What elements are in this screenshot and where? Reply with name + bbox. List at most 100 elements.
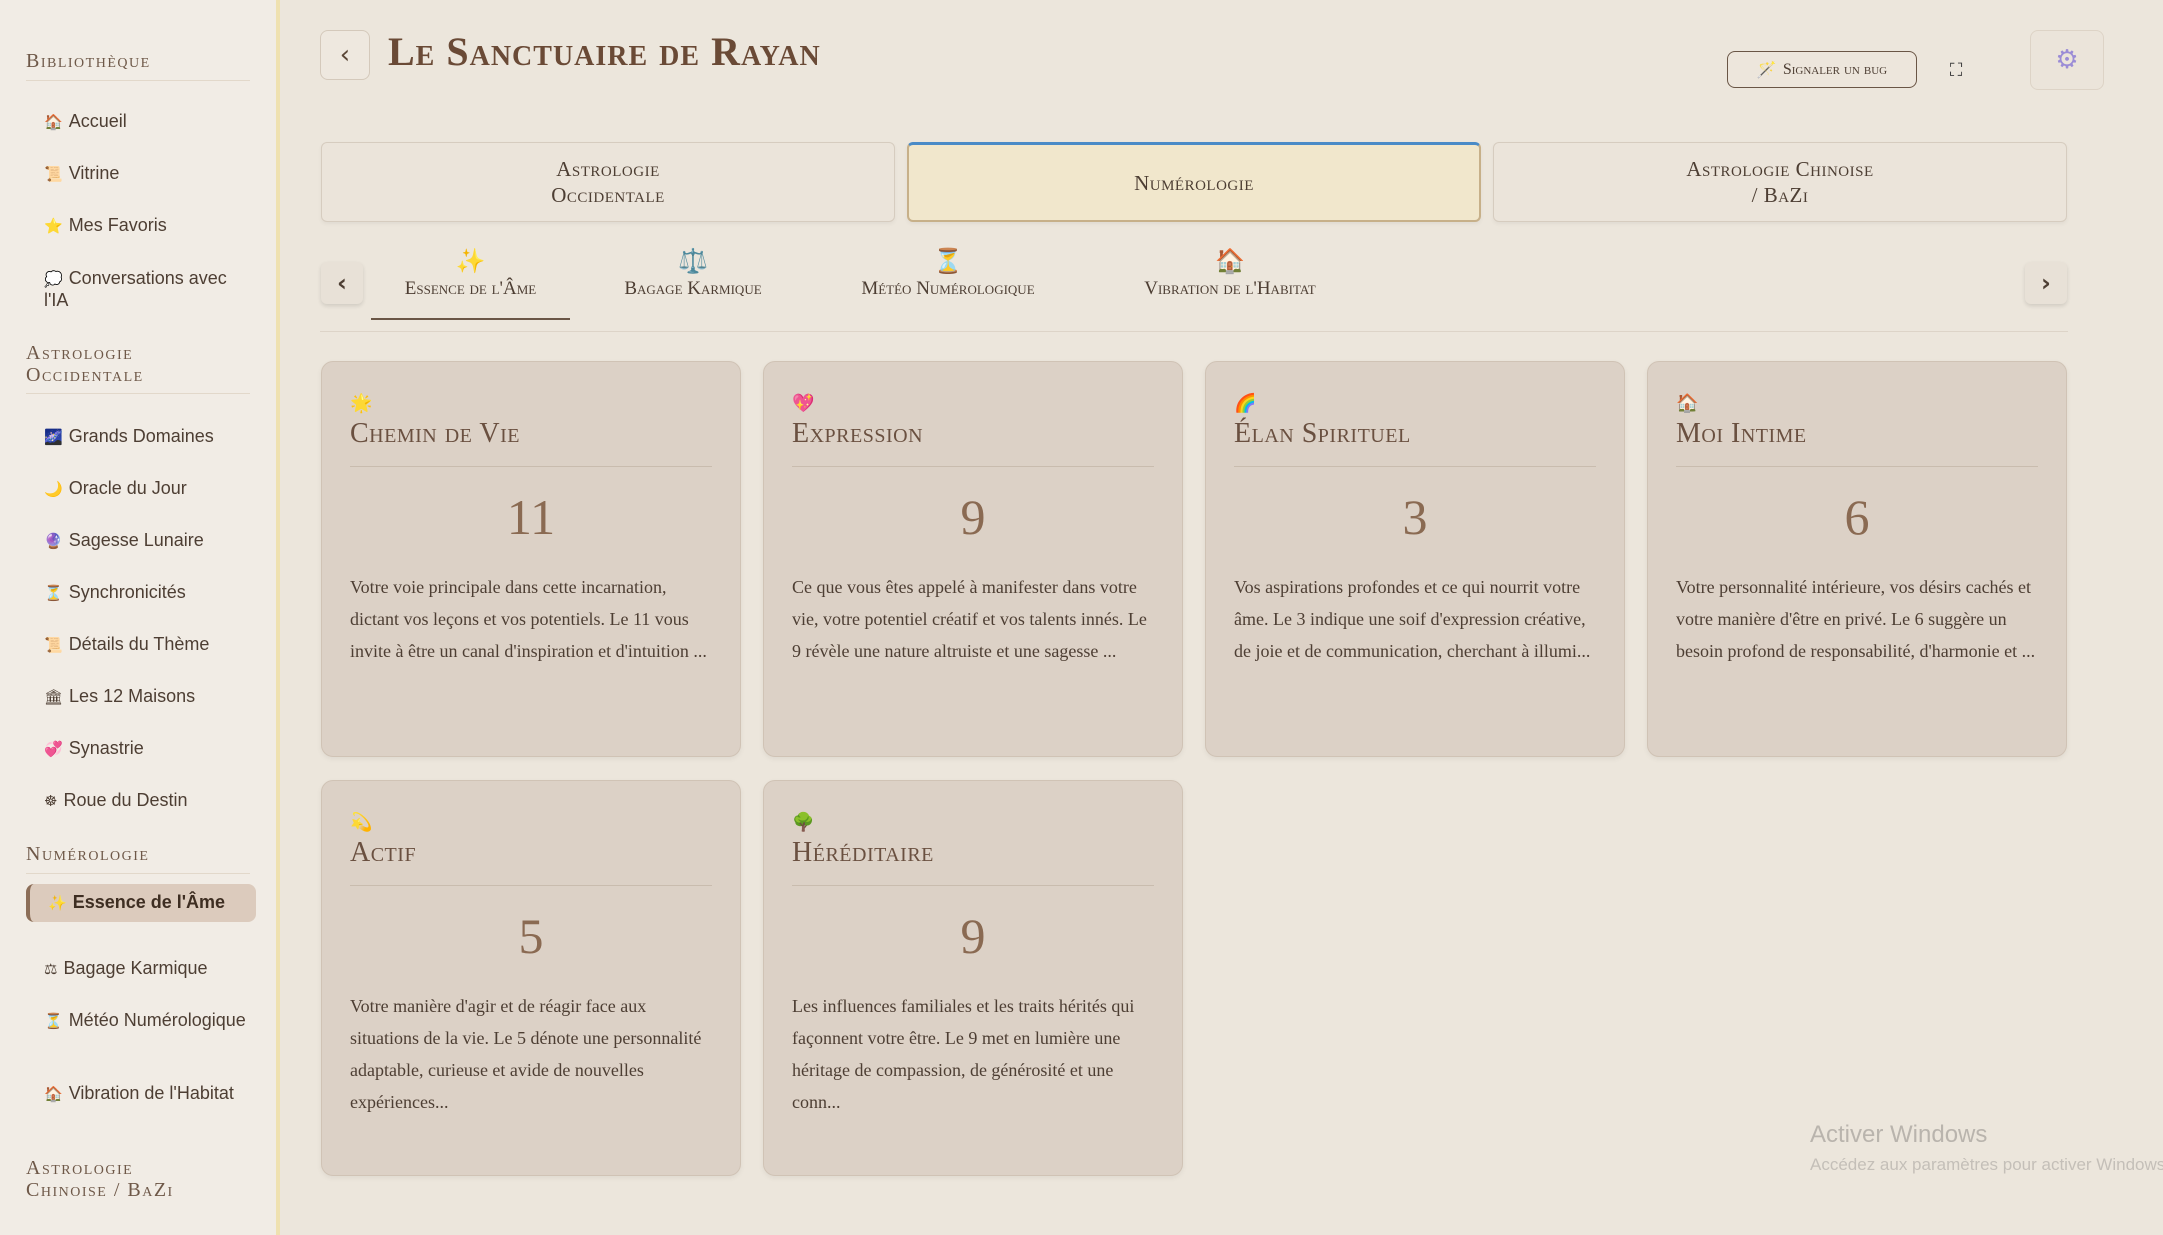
galaxy-icon: 🌌 bbox=[44, 429, 63, 446]
sparkles-icon: ✨ bbox=[48, 895, 67, 912]
card-description: Vos aspirations profondes et ce qui nour… bbox=[1234, 577, 1591, 661]
scroll-icon: 📜 bbox=[44, 637, 63, 654]
subtab-label: Essence de l'Âme bbox=[404, 278, 537, 299]
subtab-prev-button[interactable]: ‹ bbox=[321, 262, 363, 304]
hourglass-icon: ⏳ bbox=[933, 249, 963, 275]
sparkles-icon: ✨ bbox=[455, 249, 486, 275]
sidebar-item-roue-destin[interactable]: ☸ Roue du Destin bbox=[26, 782, 256, 820]
house-icon: 🏠 bbox=[1215, 249, 1245, 275]
thought-bubble-icon: 💭 bbox=[44, 271, 63, 288]
sidebar-item-grands-domaines[interactable]: 🌌 Grands Domaines bbox=[26, 418, 256, 456]
card-number: 3 bbox=[1402, 489, 1428, 545]
chevron-left-icon: ‹ bbox=[337, 269, 347, 297]
subtab-vibration-habitat[interactable]: 🏠 Vibration de l'Habitat bbox=[1108, 248, 1352, 320]
crystal-ball-icon: 🔮 bbox=[44, 533, 63, 550]
card-title: Moi Intime bbox=[1676, 418, 2038, 467]
scroll-icon: 📜 bbox=[44, 166, 63, 183]
sidebar-item-label: Sagesse Lunaire bbox=[68, 530, 204, 550]
subtab-essence-ame[interactable]: ✨ Essence de l'Âme bbox=[371, 248, 570, 320]
card-expression[interactable]: 💖 Expression 9 Ce que vous êtes appelé à… bbox=[763, 361, 1183, 757]
chevron-left-icon: ‹ bbox=[339, 40, 351, 70]
subtab-label: Vibration de l'Habitat bbox=[1144, 278, 1316, 299]
card-number: 5 bbox=[518, 908, 544, 964]
card-number: 6 bbox=[1844, 489, 1870, 545]
sidebar-item-oracle[interactable]: 🌙 Oracle du Jour bbox=[26, 470, 256, 508]
glowing-star-icon: 🌟 bbox=[350, 393, 373, 413]
wheel-icon: ☸ bbox=[44, 793, 58, 810]
page-title: Le Sanctuaire de Rayan bbox=[388, 29, 821, 74]
wand-icon: 🪄 bbox=[1756, 61, 1777, 79]
star-icon: ⭐ bbox=[44, 218, 63, 235]
fullscreen-button[interactable]: ⛶ bbox=[1936, 50, 1976, 90]
settings-button[interactable]: ⚙ bbox=[2030, 30, 2104, 90]
card-title: Héréditaire bbox=[792, 837, 1154, 886]
sidebar-item-label: Les 12 Maisons bbox=[69, 686, 196, 706]
sparkling-heart-icon: 💖 bbox=[792, 393, 815, 413]
back-button[interactable]: ‹ bbox=[320, 30, 370, 80]
activation-watermark-title: Activer Windows bbox=[1810, 1121, 1988, 1148]
tab-astrologie-occidentale[interactable]: Astrologie Occidentale bbox=[321, 142, 895, 222]
chevron-right-icon: › bbox=[2041, 269, 2051, 297]
tab-numerologie[interactable]: Numérologie bbox=[907, 142, 1481, 222]
sidebar-item-synastrie[interactable]: 💞 Synastrie bbox=[26, 730, 256, 768]
sidebar-item-synchronicites[interactable]: ⏳ Synchronicités bbox=[26, 574, 256, 612]
sidebar-item-label: Accueil bbox=[68, 111, 127, 131]
card-number: 9 bbox=[960, 489, 986, 545]
sidebar-item-bagage-karmique[interactable]: ⚖ Bagage Karmique bbox=[26, 950, 256, 988]
home-icon: 🏠 bbox=[44, 114, 63, 131]
card-actif[interactable]: 💫 Actif 5 Votre manière d'agir et de réa… bbox=[321, 780, 741, 1176]
sidebar-item-sagesse-lunaire[interactable]: 🔮 Sagesse Lunaire bbox=[26, 522, 256, 560]
card-number: 11 bbox=[506, 489, 556, 545]
sidebar-item-12-maisons[interactable]: 🏛 Les 12 Maisons bbox=[26, 678, 256, 716]
fullscreen-icon: ⛶ bbox=[1949, 59, 1963, 81]
moon-icon: 🌙 bbox=[44, 481, 63, 498]
sidebar-item-favoris[interactable]: ⭐ Mes Favoris bbox=[26, 207, 256, 245]
sidebar-item-essence-ame[interactable]: ✨ Essence de l'Âme bbox=[26, 884, 256, 922]
subtab-meteo-numerologique[interactable]: ⏳ Météo Numérologique bbox=[823, 248, 1073, 320]
sidebar-item-meteo[interactable]: ⏳ Météo Numérologique bbox=[26, 1002, 256, 1040]
sidebar-item-conversations[interactable]: 💭 Conversations avec l'IA bbox=[26, 260, 256, 319]
sidebar-item-label: Oracle du Jour bbox=[68, 478, 187, 498]
house-icon: 🏠 bbox=[44, 1086, 63, 1103]
sidebar-item-label: Roue du Destin bbox=[63, 790, 188, 810]
report-bug-button[interactable]: 🪄 Signaler un bug bbox=[1727, 51, 1917, 88]
sidebar-item-label: Synastrie bbox=[68, 738, 144, 758]
sidebar-item-label: Bagage Karmique bbox=[63, 958, 208, 978]
sidebar-item-label: Conversations avec l'IA bbox=[44, 268, 227, 310]
sidebar-section-title: Bibliothèque bbox=[26, 50, 151, 72]
subtab-label: Bagage Karmique bbox=[624, 278, 762, 299]
subtab-bagage-karmique[interactable]: ⚖️ Bagage Karmique bbox=[598, 248, 788, 320]
card-hereditaire[interactable]: 🌳 Héréditaire 9 Les influences familiale… bbox=[763, 780, 1183, 1176]
sidebar-section-title: Astrologie Occidentale bbox=[26, 342, 144, 386]
card-chemin-de-vie[interactable]: 🌟 Chemin de Vie 11 Votre voie principale… bbox=[321, 361, 741, 757]
card-description: Ce que vous êtes appelé à manifester dan… bbox=[792, 577, 1147, 661]
sidebar-item-vitrine[interactable]: 📜 Vitrine bbox=[26, 155, 256, 193]
subtab-next-button[interactable]: › bbox=[2025, 262, 2067, 304]
divider bbox=[26, 393, 250, 394]
tab-astrologie-chinoise[interactable]: Astrologie Chinoise / BaZi bbox=[1493, 142, 2067, 222]
sidebar: Bibliothèque 🏠 Accueil 📜 Vitrine ⭐ Mes Favo… bbox=[0, 0, 280, 1235]
activation-watermark-subtitle: Accédez aux paramètres pour activer Wind… bbox=[1810, 1155, 2163, 1174]
dizzy-icon: 💫 bbox=[350, 812, 373, 832]
sidebar-item-label: Vibration de l'Habitat bbox=[68, 1083, 234, 1103]
card-description: Votre voie principale dans cette incarna… bbox=[350, 577, 707, 661]
hearts-icon: 💞 bbox=[44, 741, 63, 758]
card-number: 9 bbox=[960, 908, 986, 964]
sidebar-item-label: Vitrine bbox=[68, 163, 120, 183]
card-moi-intime[interactable]: 🏠 Moi Intime 6 Votre personnalité intéri… bbox=[1647, 361, 2067, 757]
sidebar-item-label: Synchronicités bbox=[68, 582, 186, 602]
hourglass-icon: ⏳ bbox=[44, 1013, 63, 1030]
sidebar-item-accueil[interactable]: 🏠 Accueil bbox=[26, 103, 256, 141]
divider bbox=[26, 873, 250, 874]
tree-icon: 🌳 bbox=[792, 812, 815, 832]
scales-icon: ⚖️ bbox=[678, 249, 708, 275]
card-title: Élan Spirituel bbox=[1234, 418, 1596, 467]
card-description: Les influences familiales et les traits … bbox=[792, 996, 1135, 1112]
sidebar-item-vibration-habitat[interactable]: 🏠 Vibration de l'Habitat bbox=[26, 1075, 256, 1113]
sidebar-item-details-theme[interactable]: 📜 Détails du Thème bbox=[26, 626, 256, 664]
gear-icon: ⚙ bbox=[2055, 45, 2079, 75]
card-elan-spirituel[interactable]: 🌈 Élan Spirituel 3 Vos aspirations profo… bbox=[1205, 361, 1625, 757]
divider bbox=[26, 80, 250, 81]
card-description: Votre personnalité intérieure, vos désir… bbox=[1676, 577, 2036, 661]
card-title: Chemin de Vie bbox=[350, 418, 712, 467]
